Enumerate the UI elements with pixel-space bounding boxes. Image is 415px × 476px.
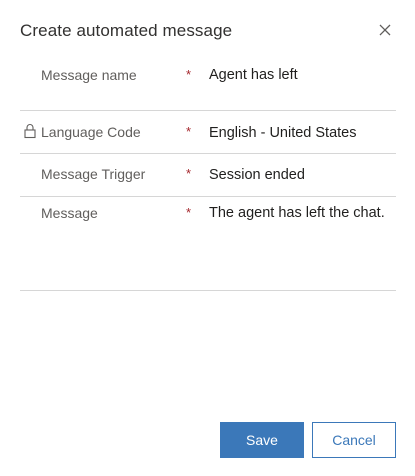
close-icon: [376, 21, 394, 39]
divider: [20, 110, 396, 111]
language-code-label: Language Code: [41, 124, 141, 140]
required-marker: *: [186, 205, 192, 220]
language-code-value: English - United States: [209, 125, 357, 141]
required-marker: *: [186, 67, 192, 82]
field-message-name: Message name * Agent has left: [20, 66, 396, 84]
save-button[interactable]: Save: [220, 422, 304, 458]
create-automated-message-dialog: Create automated message Message name * …: [0, 0, 415, 476]
divider: [20, 153, 396, 154]
message-label: Message: [41, 205, 98, 221]
dialog-title: Create automated message: [20, 21, 233, 40]
message-trigger-select[interactable]: Session ended: [209, 166, 305, 184]
required-marker: *: [186, 166, 192, 181]
lock-icon: [24, 123, 36, 139]
field-message-trigger: Message Trigger * Session ended: [20, 165, 396, 183]
message-trigger-label: Message Trigger: [41, 166, 146, 182]
field-language-code: Language Code * English - United States: [20, 123, 396, 141]
cancel-button[interactable]: Cancel: [312, 422, 396, 458]
close-button[interactable]: [376, 21, 394, 39]
message-name-input[interactable]: Agent has left: [209, 66, 298, 84]
divider: [20, 290, 396, 291]
field-message: Message * The agent has left the chat.: [20, 204, 396, 290]
message-textarea[interactable]: The agent has left the chat.: [209, 204, 385, 222]
divider: [20, 196, 396, 197]
message-name-label: Message name: [41, 67, 137, 83]
required-marker: *: [186, 124, 192, 139]
